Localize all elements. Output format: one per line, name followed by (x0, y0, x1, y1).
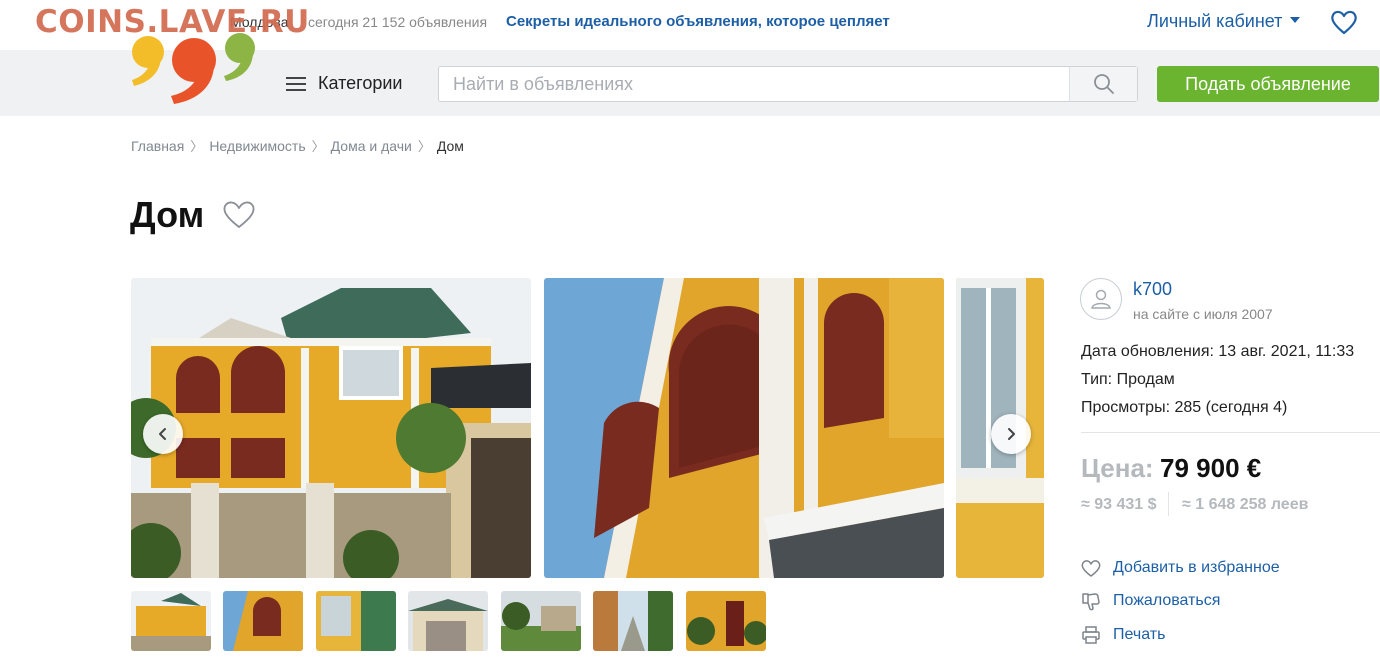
chevron-right-icon (1008, 428, 1015, 440)
chevron-left-icon (159, 428, 166, 440)
personal-cabinet-menu[interactable]: Личный кабинет (1147, 11, 1301, 32)
thumbnail-image (223, 591, 303, 651)
categories-menu[interactable]: Категории (286, 73, 402, 94)
add-favorite-button[interactable]: Добавить в избранное (1081, 558, 1280, 578)
chevron-right-icon: 〉 (311, 139, 325, 154)
thumbnail-7[interactable] (686, 591, 766, 651)
gallery-photo-2[interactable] (544, 278, 944, 578)
update-date: Дата обновления: 13 авг. 2021, 11:33 (1081, 343, 1355, 360)
thumbnail-5[interactable] (501, 591, 581, 651)
chevron-right-icon: 〉 (417, 139, 431, 154)
search-icon (1093, 74, 1114, 94)
breadcrumb-item-current: Дом (436, 137, 464, 154)
price-usd: ≈ 93 431 $ (1081, 496, 1157, 513)
personal-cabinet-label: Личный кабинет (1147, 11, 1283, 31)
page-title: Дом (130, 194, 205, 235)
house-photo-image (544, 278, 944, 578)
avatar[interactable] (1080, 278, 1122, 320)
heart-icon[interactable] (1330, 9, 1358, 35)
gallery-next-button[interactable] (991, 414, 1031, 454)
ads-count: сегодня 21 152 объявления (308, 14, 488, 30)
thumbnail-image (593, 591, 673, 651)
report-label: Пожаловаться (1113, 592, 1221, 609)
thumbnail-2[interactable] (223, 591, 303, 651)
search-button[interactable] (1069, 67, 1137, 101)
report-button[interactable]: Пожаловаться (1081, 591, 1220, 611)
divider (1168, 492, 1169, 516)
watermark-text: COINS.LAVE.RU (35, 4, 310, 40)
categories-label: Категории (318, 73, 403, 93)
hamburger-icon (286, 76, 306, 91)
print-label: Печать (1113, 626, 1166, 643)
price-label: Цена: (1081, 453, 1154, 483)
thumbnail-6[interactable] (593, 591, 673, 651)
gallery-photo-1[interactable] (131, 278, 531, 578)
breadcrumb-item-realestate[interactable]: Недвижимость (209, 138, 305, 154)
heart-icon[interactable] (222, 199, 256, 229)
seller-since: на сайте с июля 2007 (1133, 306, 1273, 322)
price-value: 79 900 € (1160, 453, 1262, 483)
house-photo-image (131, 278, 531, 578)
thumbnail-image (408, 591, 488, 651)
seller-name-link[interactable]: k700 (1133, 279, 1172, 300)
thumbnail-image (501, 591, 581, 651)
search-input[interactable] (439, 67, 1069, 101)
listing-type: Тип: Продам (1081, 371, 1175, 388)
user-icon (1091, 289, 1111, 309)
thumbnail-image (131, 591, 211, 651)
breadcrumb-item-houses[interactable]: Дома и дачи (331, 138, 412, 154)
printer-icon (1081, 625, 1101, 645)
post-ad-button[interactable]: Подать объявление (1157, 66, 1379, 102)
divider (1081, 432, 1380, 433)
add-favorite-label: Добавить в избранное (1113, 559, 1280, 576)
view-count: Просмотры: 285 (сегодня 4) (1081, 399, 1288, 416)
thumbs-down-icon (1081, 591, 1101, 611)
breadcrumb: Главная 〉 Недвижимость 〉 Дома и дачи 〉 Д… (131, 136, 464, 155)
search-box (438, 66, 1138, 102)
secrets-link[interactable]: Секреты идеального объявления, которое ц… (506, 13, 890, 30)
thumbnail-1[interactable] (131, 591, 211, 651)
chevron-down-icon (1290, 17, 1301, 24)
thumbnail-image (316, 591, 396, 651)
thumbnail-4[interactable] (408, 591, 488, 651)
thumbnail-image (686, 591, 766, 651)
breadcrumb-item-home[interactable]: Главная (131, 138, 184, 154)
thumbnail-3[interactable] (316, 591, 396, 651)
print-button[interactable]: Печать (1081, 625, 1165, 645)
price-mdl: ≈ 1 648 258 леев (1182, 496, 1309, 513)
heart-icon (1081, 558, 1101, 578)
chevron-right-icon: 〉 (190, 139, 204, 154)
gallery-prev-button[interactable] (143, 414, 183, 454)
